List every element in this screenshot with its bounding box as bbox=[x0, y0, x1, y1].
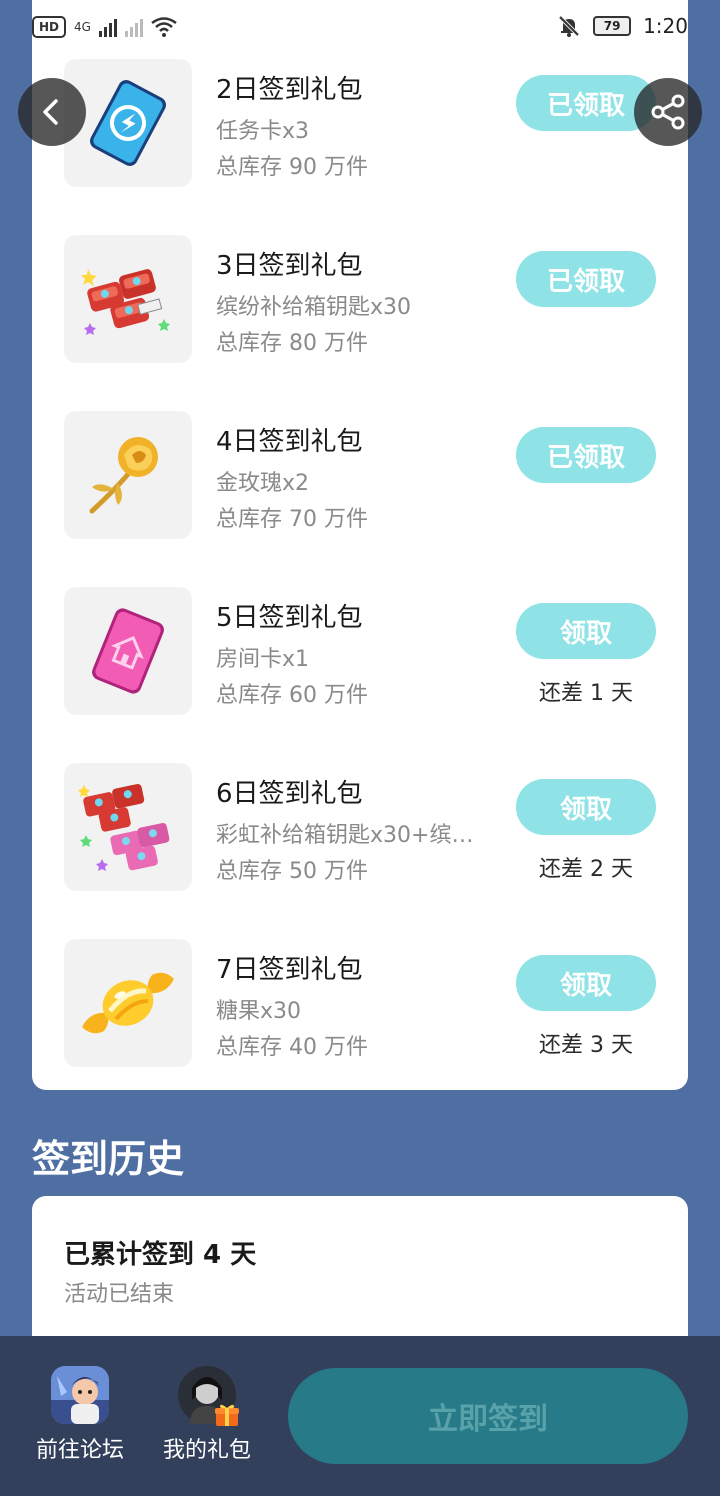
checkin-button[interactable]: 立即签到 bbox=[288, 1368, 688, 1464]
gift-stock: 总库存 40 万件 bbox=[216, 1035, 368, 1060]
gift-desc: 糖果x30 bbox=[216, 999, 302, 1024]
gift-thumbnail bbox=[64, 235, 192, 363]
history-card: 已累计签到 4 天 活动已结束 bbox=[32, 1196, 688, 1356]
status-bar: HD 4G 79 1:20 bbox=[0, 0, 720, 58]
gift-stock: 总库存 60 万件 bbox=[216, 683, 368, 708]
gift-thumbnail bbox=[64, 939, 192, 1067]
rainbow-key-icon bbox=[78, 783, 170, 871]
room-card-icon bbox=[92, 608, 164, 694]
gift-row: 6日签到礼包 彩虹补给箱钥匙x30+缤… 总库存 50 万件 领取 还差 2 天 bbox=[32, 763, 688, 903]
gift-box-icon bbox=[215, 1404, 239, 1426]
claimed-button[interactable]: 已领取 bbox=[516, 251, 656, 307]
gift-thumbnail bbox=[64, 411, 192, 539]
event-status: 活动已结束 bbox=[64, 1282, 175, 1307]
gift-stock: 总库存 50 万件 bbox=[216, 859, 368, 884]
gift-desc: 缤纷补给箱钥匙x30 bbox=[216, 295, 412, 320]
share-icon bbox=[651, 94, 685, 130]
gift-title: 2日签到礼包 bbox=[216, 75, 363, 105]
gift-row: 2日签到礼包 任务卡x3 总库存 90 万件 已领取 bbox=[32, 59, 688, 199]
gift-stock: 总库存 90 万件 bbox=[216, 155, 368, 180]
bottom-bar: 前往论坛 我的礼包 立即签到 bbox=[0, 1336, 720, 1496]
gift-thumbnail bbox=[64, 587, 192, 715]
gift-title: 3日签到礼包 bbox=[216, 251, 363, 281]
my-gifts-label: 我的礼包 bbox=[162, 1438, 251, 1463]
gift-desc: 金玫瑰x2 bbox=[216, 471, 310, 496]
claim-button[interactable]: 领取 bbox=[516, 603, 656, 659]
gift-list-card: 2日签到礼包 任务卡x3 总库存 90 万件 已领取 3日签到礼包 缤纷补给箱钥… bbox=[32, 0, 688, 1090]
back-button[interactable] bbox=[18, 78, 86, 146]
network-type: 4G bbox=[74, 20, 91, 34]
task-card-icon bbox=[90, 80, 166, 166]
gold-rose-icon bbox=[89, 437, 158, 514]
clock: 1:20 bbox=[643, 14, 688, 38]
section-title-history: 签到历史 bbox=[32, 1137, 185, 1181]
forum-avatar-icon bbox=[51, 1366, 109, 1424]
supply-key-icon bbox=[81, 269, 170, 335]
gift-desc: 彩虹补给箱钥匙x30+缤… bbox=[216, 823, 474, 848]
battery-indicator: 79 bbox=[593, 16, 632, 36]
days-remaining: 还差 2 天 bbox=[539, 857, 633, 882]
claim-button[interactable]: 领取 bbox=[516, 955, 656, 1011]
gift-stock: 总库存 80 万件 bbox=[216, 331, 368, 356]
share-button[interactable] bbox=[634, 78, 702, 146]
mute-bell-icon bbox=[558, 15, 580, 37]
signal-icon-2 bbox=[124, 17, 143, 37]
gift-row: 3日签到礼包 缤纷补给箱钥匙x30 总库存 80 万件 已领取 bbox=[32, 235, 688, 375]
gift-title: 5日签到礼包 bbox=[216, 603, 363, 633]
my-gifts-avatar-icon bbox=[178, 1366, 239, 1426]
checkin-count: 已累计签到 4 天 bbox=[64, 1240, 257, 1270]
gift-thumbnail bbox=[64, 763, 192, 891]
gift-desc: 任务卡x3 bbox=[216, 119, 310, 144]
days-remaining: 还差 3 天 bbox=[539, 1033, 633, 1058]
candy-icon bbox=[82, 972, 174, 1034]
gift-title: 7日签到礼包 bbox=[216, 955, 363, 985]
gift-desc: 房间卡x1 bbox=[216, 647, 310, 672]
signal-icon bbox=[98, 17, 117, 37]
my-gifts-nav-button[interactable]: 我的礼包 bbox=[152, 1366, 262, 1464]
gift-title: 6日签到礼包 bbox=[216, 779, 363, 809]
days-remaining: 还差 1 天 bbox=[539, 681, 633, 706]
forum-label: 前往论坛 bbox=[35, 1438, 124, 1463]
hd-icon: HD bbox=[32, 16, 66, 38]
forum-nav-button[interactable]: 前往论坛 bbox=[25, 1366, 135, 1464]
claimed-button[interactable]: 已领取 bbox=[516, 427, 656, 483]
gift-row: 4日签到礼包 金玫瑰x2 总库存 70 万件 已领取 bbox=[32, 411, 688, 551]
gift-row: 7日签到礼包 糖果x30 总库存 40 万件 领取 还差 3 天 bbox=[32, 939, 688, 1079]
chevron-left-icon bbox=[43, 99, 58, 125]
gift-title: 4日签到礼包 bbox=[216, 427, 363, 457]
gift-stock: 总库存 70 万件 bbox=[216, 507, 368, 532]
claim-button[interactable]: 领取 bbox=[516, 779, 656, 835]
wifi-icon bbox=[151, 17, 177, 37]
gift-row: 5日签到礼包 房间卡x1 总库存 60 万件 领取 还差 1 天 bbox=[32, 587, 688, 727]
